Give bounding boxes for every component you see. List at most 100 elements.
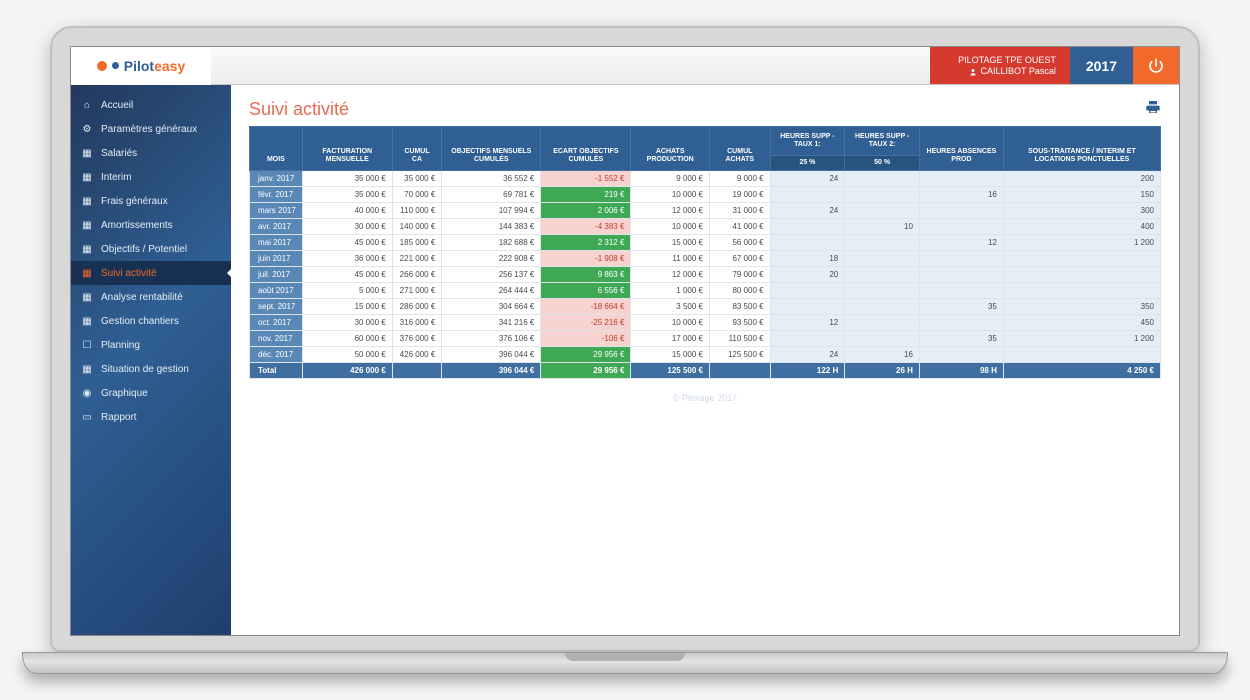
cell-cumul-ca: 35 000 € [392,171,442,187]
col-mois[interactable]: MOIS [250,127,303,171]
globe-icon: ◉ [81,387,93,399]
cell-ecart: -1 552 € [541,171,631,187]
cell-ecart: -106 € [541,331,631,347]
cell-facturation: 426 000 € [302,363,392,379]
cell-objectifs: 256 137 € [442,267,541,283]
cell-ecart: 2 006 € [541,203,631,219]
sidebar-item-label: Frais généraux [101,196,168,207]
sidebar-item-label: Analyse rentabilité [101,292,183,303]
cell-objectifs: 341 216 € [442,315,541,331]
cell-heures-supp-2: 10 [845,219,920,235]
year-selector[interactable]: 2017 [1070,47,1133,84]
cell-objectifs: 182 688 € [442,235,541,251]
cell-facturation: 45 000 € [302,235,392,251]
sidebar-item-analyse-rentabilite[interactable]: ▦Analyse rentabilité [71,285,231,309]
cell-achats: 12 000 € [631,203,710,219]
cell-sous-traitance: 300 [1003,203,1160,219]
col-ecart[interactable]: ECART OBJECTIFS CUMULÉS [541,127,631,171]
cell-heures-absences: 98 H [919,363,1003,379]
cell-heures-supp-1: 24 [770,171,845,187]
table-row[interactable]: août 20175 000 €271 000 €264 444 €6 556 … [250,283,1161,299]
cell-heures-absences [919,203,1003,219]
table-row[interactable]: janv. 201735 000 €35 000 €36 552 €-1 552… [250,171,1161,187]
col-heures-supp-1[interactable]: HEURES SUPP - TAUX 1: [770,127,845,156]
app-logo[interactable]: Piloteasy [71,47,211,85]
sidebar-item-label: Paramètres généraux [101,124,197,135]
logout-button[interactable] [1133,47,1179,84]
col-heures-supp-2[interactable]: HEURES SUPP - TAUX 2: [845,127,920,156]
sidebar-item-gestion-chantiers[interactable]: ▦Gestion chantiers [71,309,231,333]
sidebar-item-amortissements[interactable]: ▦Amortissements [71,213,231,237]
col-heures-absences[interactable]: HEURES ABSENCES PROD [919,127,1003,171]
sidebar-item-frais-generaux[interactable]: ▦Frais généraux [71,189,231,213]
table-row[interactable]: déc. 201750 000 €426 000 €396 044 €29 95… [250,347,1161,363]
cell-facturation: 50 000 € [302,347,392,363]
briefcase-icon: ▭ [81,411,93,423]
cell-heures-absences [919,267,1003,283]
cell-cumul-achats: 9 000 € [709,171,770,187]
cell-sous-traitance: 150 [1003,187,1160,203]
activity-table: MOIS FACTURATION MENSUELLE CUMUL CA OBJE… [249,126,1161,379]
cell-heures-supp-2 [845,267,920,283]
cell-cumul-achats: 93 500 € [709,315,770,331]
col-sous-traitance[interactable]: SOUS-TRAITANCE / INTERIM ET LOCATIONS PO… [1003,127,1160,171]
cell-cumul-achats: 80 000 € [709,283,770,299]
table-row-total[interactable]: Total426 000 €396 044 €29 956 €125 500 €… [250,363,1161,379]
cell-cumul-achats: 41 000 € [709,219,770,235]
table-row[interactable]: avr. 201730 000 €140 000 €144 383 €-4 38… [250,219,1161,235]
cell-heures-supp-2 [845,203,920,219]
sidebar-item-salaries[interactable]: ▦Salariés [71,141,231,165]
cell-heures-absences [919,283,1003,299]
sidebar-item-suivi-activite[interactable]: ▦Suivi activité [71,261,231,285]
cell-facturation: 36 000 € [302,251,392,267]
cell-facturation: 35 000 € [302,171,392,187]
col-facturation[interactable]: FACTURATION MENSUELLE [302,127,392,171]
sidebar-item-label: Objectifs / Potentiel [101,244,187,255]
table-head: MOIS FACTURATION MENSUELLE CUMUL CA OBJE… [250,127,1161,171]
cell-objectifs: 396 044 € [442,347,541,363]
cell-heures-absences [919,251,1003,267]
print-button[interactable] [1145,99,1161,120]
cell-facturation: 30 000 € [302,315,392,331]
cell-objectifs: 107 994 € [442,203,541,219]
cell-heures-supp-1: 20 [770,267,845,283]
sidebar-item-situation-gestion[interactable]: ▦Situation de gestion [71,357,231,381]
sidebar-item-accueil[interactable]: ⌂Accueil [71,93,231,117]
col-objectifs[interactable]: OBJECTIFS MENSUELS CUMULÉS [442,127,541,171]
table-row[interactable]: sept. 201715 000 €286 000 €304 664 €-18 … [250,299,1161,315]
table-row[interactable]: mars 201740 000 €110 000 €107 994 €2 006… [250,203,1161,219]
cell-mois: avr. 2017 [250,219,303,235]
sidebar-item-planning[interactable]: ☐Planning [71,333,231,357]
cell-cumul-ca: 271 000 € [392,283,442,299]
cell-heures-supp-1 [770,235,845,251]
table-row[interactable]: mai 201745 000 €185 000 €182 688 €2 312 … [250,235,1161,251]
table-row[interactable]: juil. 201745 000 €266 000 €256 137 €9 86… [250,267,1161,283]
sidebar-item-parametres-generaux[interactable]: ⚙Paramètres généraux [71,117,231,141]
table-row[interactable]: nov. 201760 000 €376 000 €376 106 €-106 … [250,331,1161,347]
sidebar-item-interim[interactable]: ▦Interim [71,165,231,189]
col-cumul-achats[interactable]: CUMUL ACHATS [709,127,770,171]
cell-mois: janv. 2017 [250,171,303,187]
table-row[interactable]: févr. 201735 000 €70 000 €69 781 €219 €1… [250,187,1161,203]
cell-cumul-achats [709,363,770,379]
grid-icon: ▦ [81,363,93,375]
org-user-box[interactable]: PILOTAGE TPE OUEST CAILLIBOT Pascal [930,47,1070,84]
sidebar-item-objectifs-potentiel[interactable]: ▦Objectifs / Potentiel [71,237,231,261]
page-head: Suivi activité [231,85,1179,126]
cell-cumul-ca: 316 000 € [392,315,442,331]
cell-heures-supp-2 [845,331,920,347]
col-cumul-ca[interactable]: CUMUL CA [392,127,442,171]
table-row[interactable]: juin 201736 000 €221 000 €222 908 €-1 90… [250,251,1161,267]
col-achats[interactable]: ACHATS PRODUCTION [631,127,710,171]
cell-objectifs: 69 781 € [442,187,541,203]
table-row[interactable]: oct. 201730 000 €316 000 €341 216 €-25 2… [250,315,1161,331]
sidebar-item-graphique[interactable]: ◉Graphique [71,381,231,405]
cell-cumul-achats: 67 000 € [709,251,770,267]
cell-cumul-ca [392,363,442,379]
cell-mois: déc. 2017 [250,347,303,363]
cell-cumul-ca: 286 000 € [392,299,442,315]
cell-mois: juil. 2017 [250,267,303,283]
cell-cumul-achats: 110 500 € [709,331,770,347]
org-name: PILOTAGE TPE OUEST [944,55,1056,66]
sidebar-item-rapport[interactable]: ▭Rapport [71,405,231,429]
